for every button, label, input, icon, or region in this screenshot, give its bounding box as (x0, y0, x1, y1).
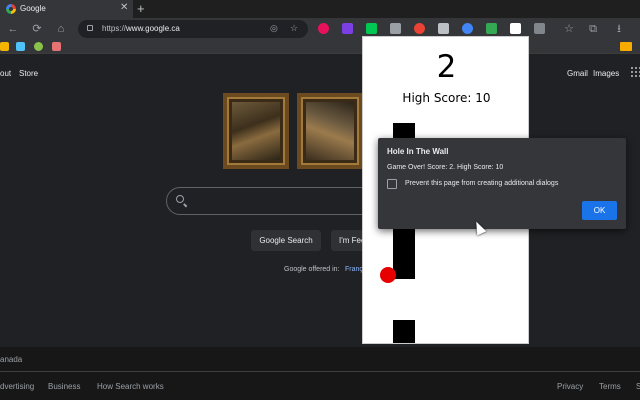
browser-toolbar: ← ⟳ ⌂ https://www.google.ca ◎ ☆ ☆ ⧉ ⭳ (0, 18, 640, 40)
lock-icon (87, 25, 93, 31)
tab-strip: Google ✕ + (0, 0, 640, 18)
address-bar[interactable]: https://www.google.ca ◎ ☆ (78, 20, 308, 38)
prevent-dialogs-label[interactable]: Prevent this page from creating addition… (405, 180, 558, 187)
dialog-message: Game Over! Score: 2. High Score: 10 (387, 164, 504, 171)
collections-icon[interactable]: ⧉ (586, 22, 600, 36)
bookmark-icon[interactable] (34, 42, 43, 51)
language-link[interactable]: Franç (345, 266, 363, 273)
tab-google[interactable]: Google ✕ (0, 0, 133, 18)
alert-dialog: Hole In The Wall Game Over! Score: 2. Hi… (378, 138, 626, 229)
privacy-link[interactable]: Privacy (557, 382, 583, 391)
bookmark-icon[interactable] (16, 42, 25, 51)
other-favorites-folder-icon[interactable] (620, 42, 632, 51)
settings-link[interactable]: S (636, 382, 640, 391)
bookmarks-bar (0, 40, 640, 54)
extension-puzzle-icon[interactable] (534, 23, 545, 34)
country-label: anada (0, 355, 23, 364)
offered-in-label: Google offered in: (284, 266, 340, 273)
doodle-painting-right[interactable] (297, 93, 363, 169)
store-link[interactable]: Store (19, 69, 38, 78)
location-icon[interactable]: ◎ (270, 23, 278, 34)
extension-gray-icon[interactable] (390, 23, 401, 34)
google-apps-icon[interactable] (631, 67, 640, 79)
wall-lower-segment (393, 320, 415, 343)
reload-button[interactable]: ⟳ (30, 22, 44, 36)
bookmark-icon[interactable] (0, 42, 9, 51)
player-ball (380, 267, 396, 283)
extension-audio-icon[interactable] (462, 23, 473, 34)
about-link[interactable]: out (0, 69, 11, 78)
close-tab-icon[interactable]: ✕ (120, 2, 128, 13)
dialog-title: Hole In The Wall (387, 147, 449, 156)
extension-red-icon[interactable] (318, 23, 329, 34)
favorites-icon[interactable]: ☆ (562, 22, 576, 36)
ok-button[interactable]: OK (582, 201, 617, 220)
google-favicon-icon (6, 4, 16, 14)
extension-sync-icon[interactable] (486, 23, 497, 34)
google-search-input[interactable] (166, 187, 386, 215)
extension-hole-in-wall-icon[interactable] (510, 23, 521, 34)
google-search-button[interactable]: Google Search (251, 230, 321, 251)
tab-title: Google (20, 4, 46, 13)
images-link[interactable]: Images (593, 69, 619, 78)
gmail-link[interactable]: Gmail (567, 69, 588, 78)
new-tab-button[interactable]: + (137, 0, 145, 18)
downloads-icon[interactable]: ⭳ (612, 22, 626, 36)
extension-purple-icon[interactable] (342, 23, 353, 34)
how-search-works-link[interactable]: How Search works (97, 382, 164, 391)
add-favorite-icon[interactable]: ☆ (290, 23, 298, 34)
prevent-dialogs-checkbox[interactable] (387, 179, 397, 189)
google-footer: anada dvertising Business How Search wor… (0, 347, 640, 400)
address-url: https://www.google.ca (102, 24, 180, 33)
doodle-painting-left[interactable] (223, 93, 289, 169)
extension-reader-icon[interactable] (438, 23, 449, 34)
search-icon (176, 195, 184, 203)
extension-record-icon[interactable] (414, 23, 425, 34)
back-button[interactable]: ← (6, 22, 20, 36)
bookmark-icon[interactable] (52, 42, 61, 51)
business-link[interactable]: Business (48, 382, 80, 391)
extension-green-icon[interactable] (366, 23, 377, 34)
terms-link[interactable]: Terms (599, 382, 621, 391)
footer-divider (0, 371, 640, 372)
home-button[interactable]: ⌂ (54, 22, 68, 36)
advertising-link[interactable]: dvertising (0, 382, 34, 391)
